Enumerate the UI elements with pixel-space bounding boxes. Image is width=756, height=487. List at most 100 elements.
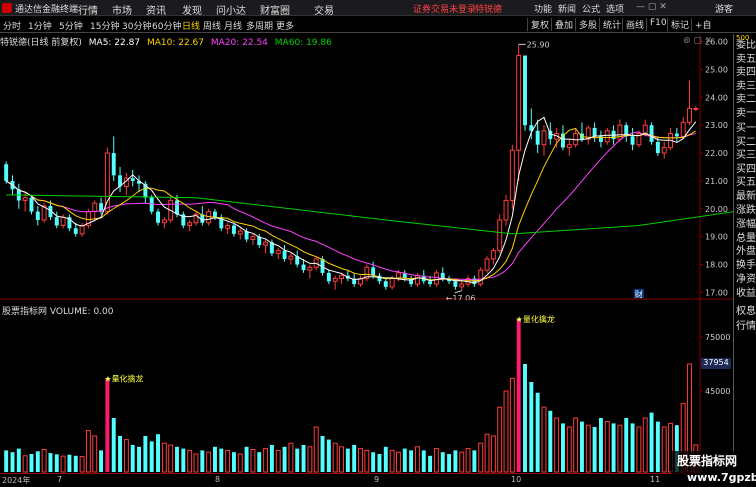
volume-bar xyxy=(472,450,477,472)
quote-row: 买三 xyxy=(736,150,756,161)
menu-trade[interactable]: 交易 xyxy=(314,2,334,17)
candle-body xyxy=(130,178,135,181)
volume-bar xyxy=(263,448,269,473)
period-60min[interactable]: 60分钟 xyxy=(152,19,181,32)
volume-bar xyxy=(332,442,338,473)
tool-draw[interactable]: 画线 xyxy=(622,18,644,31)
volume-bar xyxy=(358,448,363,473)
candle-body xyxy=(642,124,648,135)
candle-body xyxy=(156,211,160,223)
quote-row: 买二 xyxy=(736,137,756,148)
quote-row: 换手 xyxy=(736,260,756,271)
volume-bar xyxy=(604,421,610,473)
volume-bar xyxy=(548,410,553,472)
volume-bar xyxy=(554,417,560,473)
candle-body xyxy=(490,250,496,260)
menu-wealth-circle[interactable]: 财富圈 xyxy=(260,2,290,17)
candle-body xyxy=(484,258,490,271)
price-chart[interactable]: 26.0025.0024.0023.0022.0021.0020.0019.00… xyxy=(0,34,733,300)
menu-ask-xiaoda[interactable]: 问小达 xyxy=(216,2,246,17)
menu-market[interactable]: 市场 xyxy=(112,2,132,17)
period-multi[interactable]: 多周期 xyxy=(246,19,273,32)
volume-bar xyxy=(282,446,287,472)
candle-body xyxy=(35,211,40,220)
tool-multi-stock[interactable]: 多股 xyxy=(575,18,597,31)
volume-bar xyxy=(143,436,148,472)
period-toolbar: 分时 1分钟 5分钟 15分钟 30分钟 60分钟 日线 周线 月线 多周期 更… xyxy=(0,17,756,33)
volume-bar xyxy=(592,427,597,472)
volume-bar xyxy=(257,452,262,472)
event-badge: 财 xyxy=(635,289,643,299)
period-daily[interactable]: 日线 xyxy=(182,19,200,32)
app-window: 通达信金融终端 行情 市场 资讯 发现 问小达 财富圈 交易 证券交易未登录 特… xyxy=(0,0,756,487)
volume-bar xyxy=(48,453,53,472)
volume-bar xyxy=(301,445,306,472)
volume-bar xyxy=(535,392,540,472)
volume-bar xyxy=(307,446,313,473)
window-controls-icon[interactable]: — ▢ ✕ xyxy=(636,2,667,12)
candle-body xyxy=(54,217,59,226)
candle-body xyxy=(541,130,547,146)
volume-bar xyxy=(250,449,256,473)
price-tick-label: 18.00 xyxy=(705,261,728,270)
menu-news[interactable]: 资讯 xyxy=(146,2,166,17)
volume-bar xyxy=(453,450,458,472)
menu-formula[interactable]: 公式 xyxy=(582,2,600,15)
tool-add-watch[interactable]: +自 xyxy=(691,18,712,31)
candle-body xyxy=(440,272,445,279)
volume-bar xyxy=(541,406,547,473)
tool-f10[interactable]: F10 xyxy=(646,18,667,31)
candle-body xyxy=(478,269,484,285)
tool-overlay[interactable]: 叠加 xyxy=(551,18,573,31)
period-weekly[interactable]: 周线 xyxy=(203,19,221,32)
tool-mark[interactable]: 标记 xyxy=(667,18,689,31)
period-tick[interactable]: 分时 xyxy=(3,19,21,32)
watermark-url: www.7gpzb.com xyxy=(687,471,756,484)
volume-bar xyxy=(414,446,420,473)
date-label: 10 xyxy=(511,475,522,484)
menu-discover[interactable]: 发现 xyxy=(182,2,202,17)
period-monthly[interactable]: 月线 xyxy=(224,19,242,32)
login-warning[interactable]: 证券交易未登录 xyxy=(413,2,476,15)
tool-stats[interactable]: 统计 xyxy=(599,18,621,31)
volume-bar xyxy=(275,449,281,473)
volume-chart[interactable]: 750006000045000★量化擒龙★量化擒龙 xyxy=(0,300,733,473)
candle-body xyxy=(649,125,654,142)
period-5min[interactable]: 5分钟 xyxy=(59,19,83,32)
volume-bar xyxy=(213,446,217,472)
signal-label: ★量化擒龙 xyxy=(104,373,143,383)
period-1min[interactable]: 1分钟 xyxy=(28,19,52,32)
volume-bar xyxy=(433,448,439,473)
volume-bar xyxy=(326,439,331,472)
tab-ex-rights[interactable]: 权息 xyxy=(736,306,756,318)
date-label: 7 xyxy=(57,475,63,484)
volume-bar xyxy=(478,442,484,473)
panel-controls-icon[interactable]: ⊚ ▢ ✕ xyxy=(683,36,712,46)
volume-bar xyxy=(29,454,34,472)
menu-quotes[interactable]: 行情 xyxy=(78,2,98,17)
volume-bar xyxy=(237,453,243,473)
candle-body xyxy=(263,241,269,246)
volume-bar xyxy=(4,450,9,472)
menu-options[interactable]: 选项 xyxy=(606,2,624,15)
quote-row: 涨跌 xyxy=(736,205,756,216)
period-15min[interactable]: 15分钟 xyxy=(90,19,119,32)
candle-body xyxy=(566,144,572,148)
tab-quotes[interactable]: 行情 xyxy=(736,321,756,333)
menu-function[interactable]: 功能 xyxy=(534,2,552,15)
period-more[interactable]: 更多 xyxy=(276,19,294,32)
quote-row: 买四 xyxy=(736,164,756,175)
menu-headlines[interactable]: 新闻 xyxy=(558,2,576,15)
candle-body xyxy=(383,281,388,287)
title-bar: 通达信金融终端 行情 市场 资讯 发现 问小达 财富圈 交易 证券交易未登录 特… xyxy=(0,0,756,17)
volume-bar xyxy=(611,423,616,472)
low-pointer xyxy=(454,290,462,294)
period-30min[interactable]: 30分钟 xyxy=(122,19,151,32)
candle-body xyxy=(149,197,154,212)
candle-body xyxy=(535,130,540,145)
tool-adjust[interactable]: 复权 xyxy=(527,18,549,31)
volume-bar xyxy=(123,439,129,473)
guest-account[interactable]: 游客 xyxy=(715,2,733,15)
volume-bar xyxy=(219,448,224,472)
volume-bar xyxy=(579,421,584,472)
